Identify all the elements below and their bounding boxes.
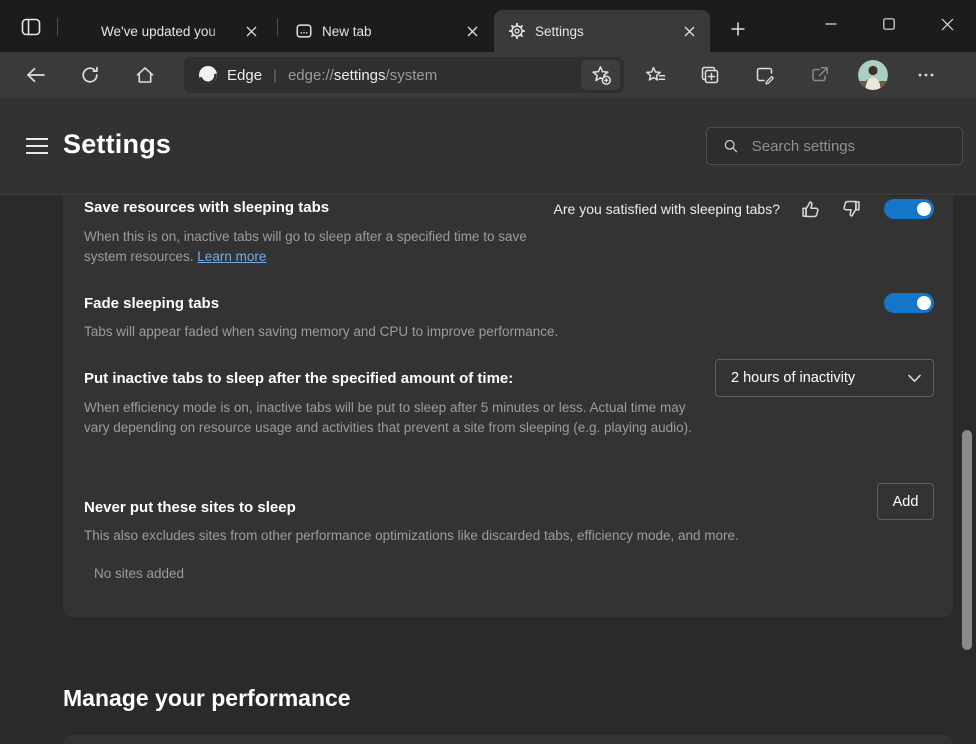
- ellipsis-icon: [917, 66, 935, 84]
- close-icon: [941, 18, 954, 31]
- thumbs-up-icon: [800, 198, 822, 220]
- no-sites-label: No sites added: [94, 566, 184, 581]
- thumbs-down-icon: [840, 198, 862, 220]
- never-sleep-description: This also excludes sites from other perf…: [84, 526, 864, 546]
- tab-settings-active[interactable]: Settings: [494, 10, 710, 52]
- sleeping-tabs-description: When this is on, inactive tabs will go t…: [84, 227, 536, 267]
- tab-title: Settings: [535, 24, 584, 39]
- url-scheme: edge://: [288, 67, 334, 84]
- learn-more-link[interactable]: Learn more: [197, 249, 266, 264]
- workspaces-icon: [21, 18, 41, 36]
- performance-card-top: [63, 735, 953, 744]
- tab-new-tab[interactable]: New tab: [281, 10, 493, 52]
- collections-button[interactable]: [693, 58, 727, 92]
- chevron-down-icon: [908, 374, 921, 383]
- back-arrow-icon: [25, 65, 46, 85]
- url-path: /system: [386, 67, 438, 84]
- fade-tabs-description: Tabs will appear faded when saving memor…: [84, 322, 724, 342]
- sleeping-tabs-title: Save resources with sleeping tabs: [84, 199, 329, 216]
- add-favorite-button[interactable]: [581, 60, 620, 90]
- search-icon: [723, 137, 739, 155]
- fade-tabs-toggle[interactable]: [884, 293, 934, 313]
- web-capture-button[interactable]: [748, 58, 782, 92]
- maximize-icon: [883, 18, 895, 30]
- settings-menu-toggle[interactable]: [24, 134, 50, 158]
- hamburger-icon: [26, 138, 48, 140]
- feedback-question: Are you satisfied with sleeping tabs?: [554, 201, 780, 217]
- settings-search[interactable]: [706, 127, 963, 165]
- web-capture-icon: [755, 65, 775, 85]
- refresh-icon: [80, 65, 100, 85]
- new-tab-page-icon: [295, 22, 313, 40]
- never-sleep-title: Never put these sites to sleep: [84, 499, 296, 516]
- tab-close-icon[interactable]: [678, 20, 700, 42]
- sleeping-tabs-card: Save resources with sleeping tabs Are yo…: [63, 196, 953, 617]
- home-icon: [135, 65, 155, 85]
- home-button[interactable]: [128, 58, 162, 92]
- profile-avatar[interactable]: [858, 60, 888, 90]
- tab-separator: [57, 18, 58, 36]
- thumbs-up-button[interactable]: [798, 197, 824, 221]
- refresh-button[interactable]: [73, 58, 107, 92]
- address-bar[interactable]: Edge | edge://settings/system: [184, 57, 624, 93]
- add-site-button[interactable]: Add: [877, 483, 934, 520]
- edge-white-logo-icon: [198, 65, 218, 85]
- close-window-button[interactable]: [918, 0, 976, 48]
- settings-content: Save resources with sleeping tabs Are yo…: [0, 196, 976, 744]
- sleeping-tabs-feedback: Are you satisfied with sleeping tabs?: [554, 197, 934, 221]
- toolbar-icons: [638, 58, 943, 92]
- edge-logo-icon: [74, 22, 92, 40]
- scrollbar-thumb[interactable]: [962, 430, 972, 650]
- tab-separator: [277, 18, 278, 36]
- window-controls: [802, 0, 976, 48]
- search-input[interactable]: [752, 138, 952, 155]
- maximize-button[interactable]: [860, 0, 918, 48]
- sleep-timeout-title: Put inactive tabs to sleep after the spe…: [84, 370, 513, 387]
- plus-icon: [731, 22, 745, 36]
- dropdown-value: 2 hours of inactivity: [731, 370, 855, 386]
- share-button[interactable]: [803, 58, 837, 92]
- tab-close-icon[interactable]: [461, 20, 483, 42]
- navigation-bar: Edge | edge://settings/system: [0, 52, 976, 98]
- minimize-button[interactable]: [802, 0, 860, 48]
- performance-section-heading: Manage your performance: [63, 685, 351, 712]
- avatar-photo: [858, 60, 888, 90]
- settings-menu-button[interactable]: [909, 58, 943, 92]
- tab-strip: We've updated you New tab: [0, 0, 976, 52]
- sleep-timeout-description: When efficiency mode is on, inactive tab…: [84, 398, 696, 438]
- back-button[interactable]: [18, 58, 52, 92]
- star-plus-icon: [590, 64, 612, 86]
- gear-icon: [508, 22, 526, 40]
- fade-tabs-title: Fade sleeping tabs: [84, 295, 219, 312]
- site-name-label: Edge: [227, 67, 262, 84]
- new-tab-button[interactable]: [722, 16, 754, 42]
- page-title: Settings: [63, 129, 171, 160]
- share-icon: [810, 65, 830, 85]
- url-host: settings: [334, 67, 386, 84]
- sleep-timeout-dropdown[interactable]: 2 hours of inactivity: [715, 359, 934, 397]
- edge-browser-window: We've updated you New tab: [0, 0, 976, 744]
- tab-close-icon[interactable]: [240, 20, 262, 42]
- tab-title: New tab: [322, 24, 372, 39]
- favorites-star-icon: [645, 65, 666, 85]
- url-text: edge://settings/system: [288, 67, 437, 84]
- minimize-icon: [825, 18, 837, 30]
- thumbs-down-button[interactable]: [838, 197, 864, 221]
- favorites-button[interactable]: [638, 58, 672, 92]
- tab-actions-menu-button[interactable]: [16, 14, 46, 40]
- sleeping-tabs-toggle[interactable]: [884, 199, 934, 219]
- address-divider: |: [273, 67, 277, 84]
- collections-icon: [700, 65, 720, 85]
- tab-updated-edge[interactable]: We've updated you: [60, 10, 272, 52]
- tab-title: We've updated you: [101, 24, 231, 39]
